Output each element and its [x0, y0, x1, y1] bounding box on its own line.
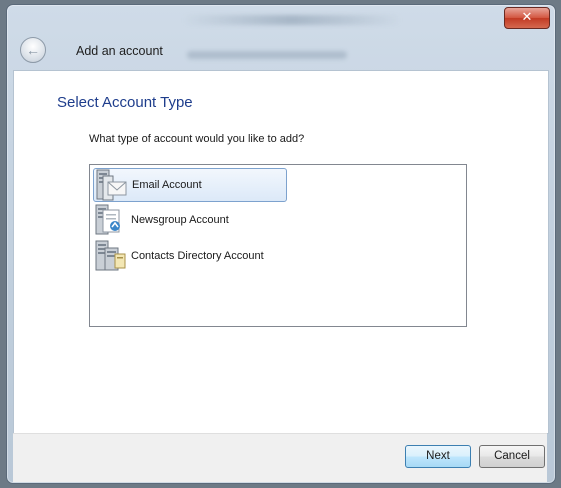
back-button[interactable]: ←: [20, 37, 46, 63]
contacts-directory-account-label: Contacts Directory Account: [131, 250, 264, 262]
email-account-label: Email Account: [132, 179, 202, 191]
directory-server-icon: [93, 240, 127, 272]
blurred-background-text: [187, 51, 347, 59]
next-button[interactable]: Next: [405, 445, 471, 468]
content-panel: Select Account Type What type of account…: [13, 70, 549, 434]
dialog-title: Add an account: [76, 44, 163, 58]
page-heading: Select Account Type: [57, 94, 193, 111]
cancel-button[interactable]: Cancel: [479, 445, 545, 468]
list-item-email-account[interactable]: Email Account: [93, 168, 287, 202]
account-type-question: What type of account would you like to a…: [89, 133, 305, 145]
list-item-contacts-directory-account[interactable]: Contacts Directory Account: [93, 240, 293, 272]
newsgroup-server-icon: [93, 204, 127, 236]
dialog-window: ✕ ← Add an account Select Account Type W…: [6, 4, 556, 484]
button-bar: Next Cancel: [13, 433, 547, 482]
close-button[interactable]: ✕: [504, 7, 550, 29]
list-item-newsgroup-account[interactable]: Newsgroup Account: [93, 204, 283, 236]
email-server-icon: [94, 169, 128, 201]
back-arrow-icon: ←: [26, 42, 40, 58]
account-type-list[interactable]: Email Account Newsgroup Account Contacts…: [89, 164, 467, 327]
newsgroup-account-label: Newsgroup Account: [131, 214, 229, 226]
blurred-title-text: [182, 15, 402, 25]
